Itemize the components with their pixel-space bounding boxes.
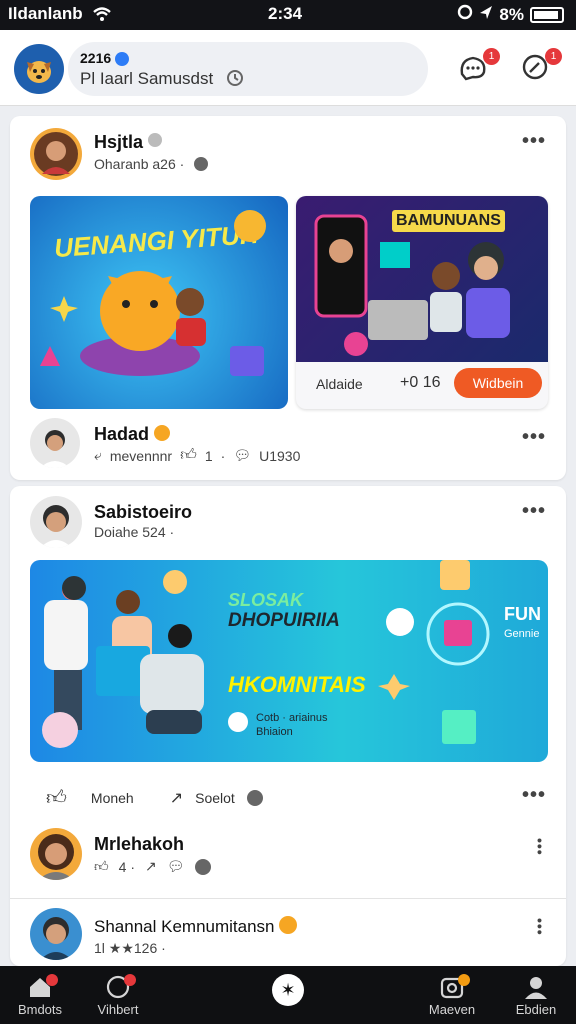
tab-camera[interactable]: Maeven [412, 972, 492, 1017]
alarm-icon [457, 4, 473, 25]
emoji-icon [279, 916, 298, 934]
create-button[interactable]: ✶ [272, 974, 304, 1006]
image-banner: BAMUNUANS [296, 196, 548, 362]
globe-icon [194, 157, 209, 171]
banner-side-sub: Gennie [504, 628, 540, 640]
banner-line2: DHOPUIRIIA [228, 610, 340, 631]
comment-more-icon[interactable]: ••• [522, 426, 546, 449]
banner-caption2: Bhiaion [256, 726, 293, 738]
search-pill[interactable]: 2216 Pl Iaarl Samusdst [68, 42, 428, 96]
cta-button[interactable]: Widbein [454, 368, 542, 398]
comment-meta: mevennnr [109, 447, 173, 464]
tab-profile[interactable]: Ebdien [496, 972, 576, 1017]
reply-icon[interactable]: ⤶ [94, 447, 102, 464]
profile-avatar[interactable] [14, 44, 64, 94]
tab-label: Vihbert [97, 1002, 139, 1017]
post-author[interactable]: Shannal Kemnumitansn [94, 917, 275, 936]
banner-caption1: Cotb · ariainus [256, 712, 328, 724]
post-card-1: Hsjtla Oharanb a26 · ••• UENANGI YITUH B… [10, 116, 566, 480]
comment-count: U1930 [259, 447, 301, 464]
action-more-icon[interactable]: ••• [522, 784, 546, 807]
like-icon[interactable]: 👍︎ [180, 446, 197, 465]
like-count: 1 [204, 447, 213, 464]
emoji-icon [154, 425, 171, 441]
bottom-tab-bar: Bmdots Vihbert ✶ Maeven Ebdien [0, 966, 576, 1024]
notification-badge: 1 [545, 48, 562, 65]
commenter-name[interactable]: Hadad [94, 424, 149, 444]
like-icon[interactable]: 👍︎ [46, 786, 67, 810]
status-bar: Ildanlanb 2:34 8% [0, 0, 576, 30]
clock-icon [226, 69, 244, 92]
person-icon [525, 977, 547, 999]
app-header: 2216 Pl Iaarl Samusdst 1 1 [0, 30, 576, 106]
more-options-icon[interactable]: ••• [522, 500, 546, 523]
divider [10, 898, 566, 899]
timer-icon [246, 790, 263, 806]
tab-label: Bmdots [17, 1002, 63, 1017]
post-card-2: Sabistoeiro Doiahe 524 · ••• SLOSAK DHOP… [10, 486, 566, 966]
post-author[interactable]: Mrlehakoh [94, 834, 184, 855]
header-number: 2216 [80, 50, 112, 66]
notifications-button[interactable]: 1 [520, 48, 562, 86]
battery-percent: 8% [499, 4, 524, 24]
post-meta: Doiahe 524 · [94, 524, 175, 540]
comment-icon[interactable]: 💬︎ [233, 447, 251, 464]
share-count: +0 16 [400, 374, 441, 391]
post-more-icon[interactable]: ••• [532, 838, 548, 856]
like-label[interactable]: Moneh [91, 790, 134, 806]
verified-icon [115, 52, 130, 67]
watch-badge [124, 974, 136, 986]
globe-icon [194, 858, 211, 875]
comment-icon[interactable]: 💬︎ [167, 858, 185, 875]
banner-side: FUN [504, 604, 541, 624]
post-author[interactable]: Hsjtla [94, 132, 143, 152]
share-label[interactable]: Soelot [195, 790, 235, 806]
tab-label: Ebdien [515, 1002, 557, 1017]
commenter-avatar[interactable] [30, 418, 80, 468]
share-icon[interactable]: ↗ [145, 858, 157, 875]
post-meta: 4 · [118, 858, 135, 875]
post-avatar[interactable] [30, 496, 82, 548]
search-text: Pl Iaarl Samusdst [80, 69, 214, 88]
status-dot-icon [148, 133, 163, 147]
post-image-right[interactable]: BAMUNUANS Aldaide +0 16 Widbein [296, 196, 548, 409]
more-options-icon[interactable]: ••• [522, 130, 546, 153]
mascot-illustration [40, 210, 266, 376]
post-meta: Oharanb a26 · [94, 156, 185, 172]
home-badge [46, 974, 58, 986]
like-icon[interactable]: 👍︎ [94, 858, 109, 875]
camera-badge [458, 974, 470, 986]
tab-home[interactable]: Bmdots [0, 972, 80, 1017]
tab-watch[interactable]: Vihbert [78, 972, 158, 1017]
tab-label: Maeven [428, 1002, 476, 1017]
location-icon [479, 4, 493, 25]
wifi-icon [92, 6, 112, 27]
post-avatar[interactable] [30, 828, 82, 880]
battery-icon [530, 6, 564, 23]
post-image-left[interactable]: UENANGI YITUH [30, 196, 288, 409]
banner-line1: SLOSAK [228, 590, 304, 610]
share-icon[interactable]: ↗ [170, 788, 183, 808]
post-meta: 1l ★★126 · [94, 940, 166, 956]
post-more-icon[interactable]: ••• [532, 918, 548, 936]
post-avatar[interactable] [30, 128, 82, 180]
chat-button[interactable]: 1 [458, 48, 500, 86]
carrier-label: Ildanlanb [8, 4, 83, 23]
compass-icon: ✶ [280, 979, 296, 1000]
post-avatar[interactable] [30, 908, 82, 960]
chat-badge: 1 [483, 48, 500, 65]
clock: 2:34 [268, 4, 303, 23]
image-caption: Aldaide [316, 376, 363, 392]
banner-line3: HKOMNITAIS [228, 672, 366, 697]
post-author[interactable]: Sabistoeiro [94, 502, 192, 523]
promo-banner[interactable]: SLOSAK DHOPUIRIIA HKOMNITAIS FUN Gennie … [30, 560, 548, 762]
